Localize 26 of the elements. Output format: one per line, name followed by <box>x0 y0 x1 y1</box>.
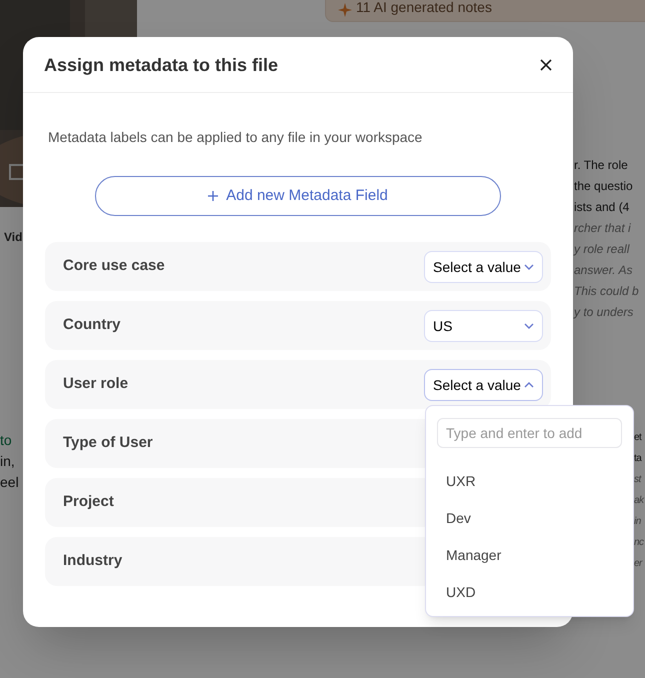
text-line: ta <box>634 452 642 466</box>
text-line: ak <box>634 494 644 508</box>
text-line: the questio <box>574 178 633 195</box>
field-label: Industry <box>63 551 122 572</box>
text-line: ists and (4 <box>574 199 630 216</box>
text-line: in, <box>0 452 15 471</box>
text-line: in <box>634 515 641 529</box>
dialog-title: Assign metadata to this file <box>44 54 278 77</box>
field-label: User role <box>63 374 128 394</box>
text-line: y role reall <box>574 241 630 258</box>
text-line: y to unders <box>574 304 634 321</box>
field-label: Type of User <box>63 433 153 454</box>
description-text: Metadata labels can be applied to any file in your workspace <box>47 128 424 147</box>
text-line: nc <box>634 536 644 550</box>
text-line: eel <box>0 473 19 492</box>
field-label: Country <box>63 315 120 336</box>
text-line: et <box>634 431 642 445</box>
field-label: Core use case <box>63 256 165 276</box>
video-title: Vid <box>4 229 22 245</box>
text-line: r. The role <box>574 157 628 174</box>
text-line: st <box>634 473 641 487</box>
text-line: This could b <box>574 283 639 300</box>
text-line: er <box>634 557 642 571</box>
field-label: Project <box>63 492 114 512</box>
text-line: answer. As <box>574 262 632 279</box>
text-line: rcher that i <box>574 220 631 237</box>
